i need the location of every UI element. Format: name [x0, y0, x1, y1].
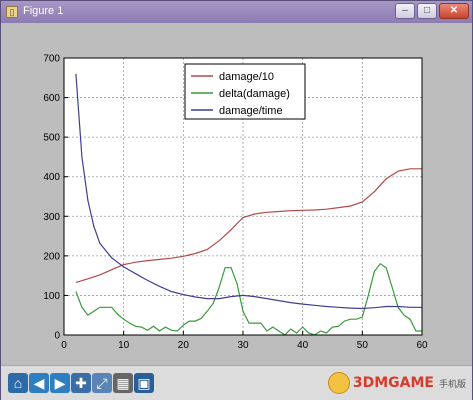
legend: damage/10 delta(damage) damage/time [184, 63, 306, 120]
save-icon[interactable]: ▣ [134, 373, 154, 393]
y-tick-label: 400 [43, 172, 60, 183]
minimize-button[interactable]: – [395, 3, 415, 19]
legend-label-1: damage/10 [219, 71, 274, 83]
pan-icon[interactable]: ✚ [71, 373, 91, 393]
navigation-toolbar: ⌂ ◀ ▶ ✚ ⤢ ▦ ▣ 3DMGAME 手机版 [1, 365, 472, 400]
legend-label-2: delta(damage) [219, 88, 290, 100]
legend-label-3: damage/time [219, 105, 283, 117]
home-icon[interactable]: ⌂ [8, 373, 28, 393]
y-tick-label: 200 [43, 251, 60, 262]
title-bar[interactable]: ▯ Figure 1 – □ ✕ [1, 1, 472, 23]
x-tick-label: 50 [357, 340, 369, 351]
x-tick-label: 10 [118, 340, 130, 351]
watermark: 3DMGAME 手机版 [327, 372, 466, 394]
x-tick-label: 20 [178, 340, 190, 351]
forward-icon[interactable]: ▶ [50, 373, 70, 393]
y-tick-label: 600 [43, 93, 60, 104]
app-icon: ▯ [6, 6, 18, 18]
watermark-text: 3DMGAME [352, 375, 434, 391]
y-tick-label: 100 [43, 291, 60, 302]
figure-window: ▯ Figure 1 – □ ✕ 0 10 20 30 40 50 60 0 100 200 300… [0, 0, 473, 400]
y-tick-label: 500 [43, 133, 60, 144]
window-controls: – □ ✕ [395, 3, 469, 21]
y-tick-label: 300 [43, 212, 60, 223]
close-button[interactable]: ✕ [439, 3, 469, 19]
configure-subplots-icon[interactable]: ▦ [113, 373, 133, 393]
y-tick-label: 0 [54, 331, 60, 342]
back-icon[interactable]: ◀ [29, 373, 49, 393]
x-tick-label: 30 [237, 340, 249, 351]
x-tick-label: 60 [416, 340, 428, 351]
x-tick-label: 40 [297, 340, 309, 351]
y-tick-label: 700 [43, 54, 60, 65]
maximize-button[interactable]: □ [417, 3, 437, 19]
zoom-icon[interactable]: ⤢ [92, 373, 112, 393]
x-tick-label: 0 [61, 340, 67, 351]
watermark-subtext: 手机版 [438, 378, 466, 389]
window-title: Figure 1 [23, 5, 64, 17]
figure-canvas[interactable]: 0 10 20 30 40 50 60 0 100 200 300 400 500 600 700 damag… [1, 23, 472, 365]
watermark-logo-icon [327, 372, 350, 394]
line-chart: 0 10 20 30 40 50 600100200300400500600700damag… [43, 54, 428, 352]
